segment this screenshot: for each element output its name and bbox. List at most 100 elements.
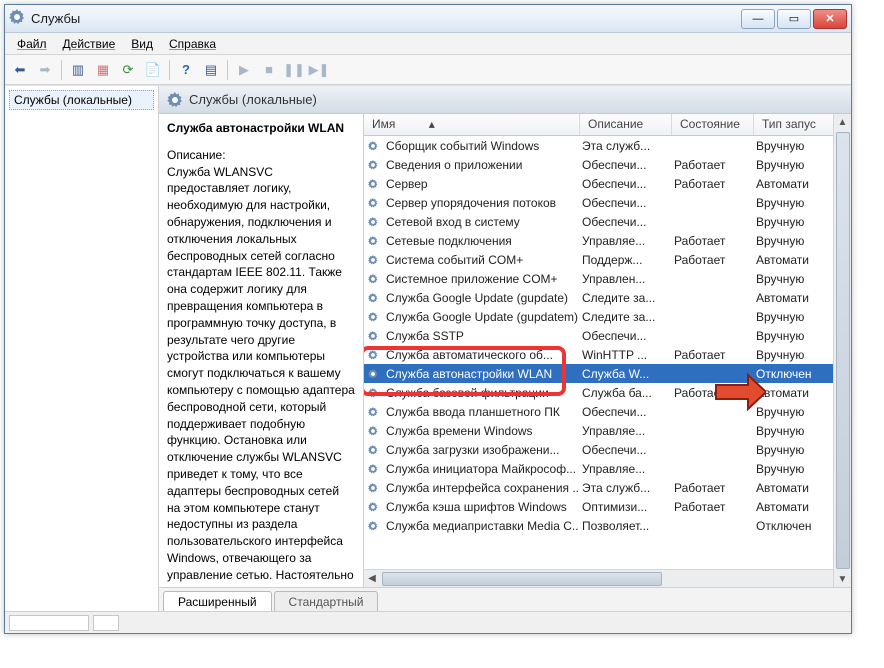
gear-icon	[364, 442, 382, 458]
close-button[interactable]: ✕	[813, 9, 847, 29]
cell-name: Служба инициатора Майкрософ...	[382, 462, 578, 476]
separator	[227, 60, 228, 80]
tabstrip: Расширенный Стандартный	[159, 587, 851, 611]
scroll-thumb[interactable]	[836, 132, 850, 569]
menu-file[interactable]: Файл	[9, 35, 55, 53]
tree-root-item[interactable]: Службы (локальные)	[9, 90, 154, 110]
gear-icon	[364, 176, 382, 192]
menubar: Файл Действие Вид Справка	[5, 33, 851, 55]
show-hide-button[interactable]: ▥	[67, 59, 89, 81]
gear-icon	[364, 214, 382, 230]
service-row[interactable]: Служба загрузки изображени...Обеспечи...…	[364, 440, 851, 459]
properties-button[interactable]: ▦	[92, 59, 114, 81]
service-row[interactable]: Служба медиаприставки Media C...Позволяе…	[364, 516, 851, 535]
tab-standard[interactable]: Стандартный	[274, 591, 379, 611]
cell-name: Служба медиаприставки Media C...	[382, 519, 578, 533]
description-pane: Служба автонастройки WLAN Описание: Служ…	[159, 114, 364, 587]
cell-name: Система событий COM+	[382, 253, 578, 267]
vertical-scrollbar[interactable]: ▲ ▼	[833, 114, 851, 587]
scroll-up-button[interactable]: ▲	[835, 114, 851, 130]
service-row[interactable]: Служба автоматического об...WinHTTP ...Р…	[364, 345, 851, 364]
cell-state: Работает	[670, 386, 752, 400]
list-header: Имя ▴ Описание Состояние Тип запус	[364, 114, 851, 136]
service-row[interactable]: Служба кэша шрифтов WindowsОптимизи...Ра…	[364, 497, 851, 516]
service-row[interactable]: Служба SSTPОбеспечи...Вручную	[364, 326, 851, 345]
detail-desc-label: Описание:	[167, 147, 355, 164]
menu-action[interactable]: Действие	[55, 35, 124, 53]
separator	[169, 60, 170, 80]
pause-service-button[interactable]: ❚❚	[283, 59, 305, 81]
service-row[interactable]: Служба интерфейса сохранения ...Эта служ…	[364, 478, 851, 497]
service-row[interactable]: СерверОбеспечи...РаботаетАвтомати	[364, 174, 851, 193]
list-rows[interactable]: Сборщик событий WindowsЭта служб...Вручн…	[364, 136, 851, 569]
service-row[interactable]: Сетевой вход в системуОбеспечи...Вручную	[364, 212, 851, 231]
export-button[interactable]: 📄	[142, 59, 164, 81]
gear-icon	[364, 157, 382, 173]
service-row[interactable]: Служба Google Update (gupdate)Следите за…	[364, 288, 851, 307]
gear-icon	[364, 309, 382, 325]
forward-button[interactable]: ➡	[34, 59, 56, 81]
gear-icon	[364, 290, 382, 306]
cell-name: Служба автонастройки WLAN	[382, 367, 578, 381]
gear-icon	[364, 233, 382, 249]
header-name[interactable]: Имя ▴	[364, 114, 580, 135]
gear-icon	[364, 385, 382, 401]
service-row[interactable]: Система событий COM+Поддерж...РаботаетАв…	[364, 250, 851, 269]
cell-name: Сервер	[382, 177, 578, 191]
gear-icon	[364, 252, 382, 268]
separator	[61, 60, 62, 80]
tab-extended[interactable]: Расширенный	[163, 591, 272, 611]
gear-icon	[364, 499, 382, 515]
minimize-button[interactable]: —	[741, 9, 775, 29]
header-desc[interactable]: Описание	[580, 114, 672, 135]
maximize-button[interactable]: ▭	[777, 9, 811, 29]
service-row[interactable]: Сборщик событий WindowsЭта служб...Вручн…	[364, 136, 851, 155]
horizontal-scrollbar[interactable]: ◀ ▶	[364, 569, 851, 587]
pane-header: Службы (локальные)	[159, 86, 851, 114]
titlebar[interactable]: Службы — ▭ ✕	[5, 5, 851, 33]
scroll-left-button[interactable]: ◀	[364, 571, 380, 587]
scroll-down-button[interactable]: ▼	[835, 571, 851, 587]
stop-service-button[interactable]: ■	[258, 59, 280, 81]
toolbar: ⬅ ➡ ▥ ▦ ⟳ 📄 ? ▤ ▶ ■ ❚❚ ▶❚	[5, 55, 851, 85]
service-row[interactable]: Сервер упорядочения потоковОбеспечи...Вр…	[364, 193, 851, 212]
menu-view[interactable]: Вид	[123, 35, 161, 53]
cell-state: Работает	[670, 348, 752, 362]
service-row[interactable]: Служба инициатора Майкрософ...Управляе..…	[364, 459, 851, 478]
service-row[interactable]: Служба времени WindowsУправляе...Вручную	[364, 421, 851, 440]
cell-name: Служба Google Update (gupdate)	[382, 291, 578, 305]
service-row[interactable]: Служба автонастройки WLANСлужба W...Откл…	[364, 364, 851, 383]
tree-pane[interactable]: Службы (локальные)	[5, 86, 159, 611]
cell-desc: Обеспечи...	[578, 443, 670, 457]
menu-help[interactable]: Справка	[161, 35, 224, 53]
gear-icon	[364, 328, 382, 344]
service-row[interactable]: Сведения о приложенииОбеспечи...Работает…	[364, 155, 851, 174]
app-icon	[9, 9, 25, 28]
status-panel-small	[93, 615, 119, 631]
service-row[interactable]: Сетевые подключенияУправляе...РаботаетВр…	[364, 231, 851, 250]
header-state[interactable]: Состояние	[672, 114, 754, 135]
client-area: Службы (локальные) Службы (локальные) Сл…	[5, 85, 851, 611]
service-list: Имя ▴ Описание Состояние Тип запус Сборщ…	[364, 114, 851, 587]
detail-desc-text: Служба WLANSVC предоставляет логику, нео…	[167, 164, 355, 587]
cell-state: Работает	[670, 481, 752, 495]
service-row[interactable]: Служба ввода планшетного ПКОбеспечи...Вр…	[364, 402, 851, 421]
gear-icon	[364, 347, 382, 363]
cell-name: Служба базовой фильтрации	[382, 386, 578, 400]
gear-icon	[364, 366, 382, 382]
gear-icon	[364, 461, 382, 477]
cell-desc: WinHTTP ...	[578, 348, 670, 362]
service-row[interactable]: Служба базовой фильтрацииСлужба ба...Раб…	[364, 383, 851, 402]
cell-name: Служба SSTP	[382, 329, 578, 343]
service-row[interactable]: Системное приложение COM+Управлен...Вруч…	[364, 269, 851, 288]
scroll-thumb-h[interactable]	[382, 572, 662, 586]
back-button[interactable]: ⬅	[9, 59, 31, 81]
refresh-button[interactable]: ⟳	[117, 59, 139, 81]
restart-service-button[interactable]: ▶❚	[308, 59, 330, 81]
statusbar	[5, 611, 851, 633]
start-service-button[interactable]: ▶	[233, 59, 255, 81]
services-window: Службы — ▭ ✕ Файл Действие Вид Справка ⬅…	[4, 4, 852, 634]
column-button[interactable]: ▤	[200, 59, 222, 81]
help-button[interactable]: ?	[175, 59, 197, 81]
service-row[interactable]: Служба Google Update (gupdatem)Следите з…	[364, 307, 851, 326]
